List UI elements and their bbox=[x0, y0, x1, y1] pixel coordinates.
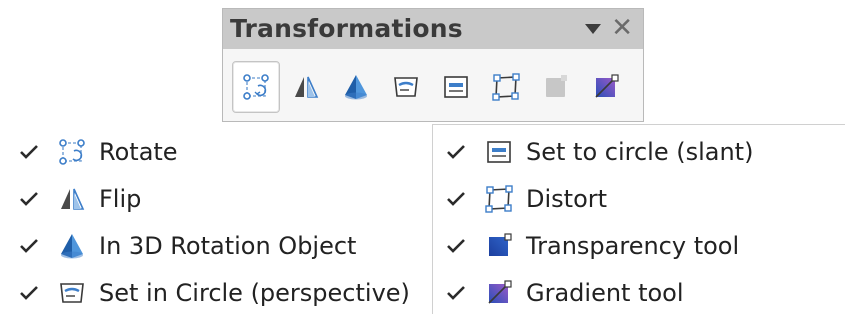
menu-item-label: In 3D Rotation Object bbox=[99, 231, 357, 260]
menu-item-3d-rotation-object[interactable]: In 3D Rotation Object bbox=[17, 222, 410, 269]
set-in-circle-perspective-button[interactable] bbox=[382, 61, 430, 113]
gradient-tool-button[interactable] bbox=[582, 61, 630, 113]
menu-item-label: Rotate bbox=[99, 137, 178, 166]
set-to-circle-slant-icon bbox=[484, 137, 514, 167]
3d-rotation-object-button[interactable] bbox=[332, 61, 380, 113]
distort-icon bbox=[484, 184, 514, 214]
close-icon[interactable]: ✕ bbox=[611, 14, 633, 42]
set-to-circle-slant-icon bbox=[444, 76, 468, 98]
toolbar-title: Transformations bbox=[230, 14, 463, 43]
distort-icon bbox=[492, 73, 520, 101]
checkmark-icon bbox=[17, 281, 41, 305]
transparency-tool-button[interactable] bbox=[532, 61, 580, 113]
menu-item-label: Set to circle (slant) bbox=[526, 137, 754, 166]
set-in-circle-perspective-icon bbox=[57, 278, 87, 308]
menu-item-set-in-circle-perspective[interactable]: Set in Circle (perspective) bbox=[17, 269, 410, 316]
menu-item-label: Flip bbox=[99, 184, 142, 213]
toolbar-title-bar[interactable]: Transformations ✕ bbox=[223, 9, 643, 49]
rotate-icon bbox=[243, 74, 269, 100]
3d-rotation-object-icon bbox=[345, 75, 367, 100]
flip-button[interactable] bbox=[282, 61, 330, 113]
checkmark-icon bbox=[444, 187, 468, 211]
menu-item-distort[interactable]: Distort bbox=[444, 175, 753, 222]
menu-item-label: Set in Circle (perspective) bbox=[99, 278, 410, 307]
gradient-tool-icon bbox=[595, 74, 619, 98]
checkmark-icon bbox=[444, 281, 468, 305]
transparency-tool-icon bbox=[484, 231, 514, 261]
transformations-toolbar: Transformations ✕ bbox=[222, 8, 644, 122]
menu-item-transparency-tool[interactable]: Transparency tool bbox=[444, 222, 753, 269]
menu-item-label: Gradient tool bbox=[526, 278, 684, 307]
checkmark-icon bbox=[444, 234, 468, 258]
checkmark-icon bbox=[444, 140, 468, 164]
rotate-icon bbox=[57, 137, 87, 167]
gradient-tool-icon bbox=[484, 278, 514, 308]
toolbar-buttons bbox=[232, 59, 632, 115]
menu-item-label: Distort bbox=[526, 184, 608, 213]
menu-item-flip[interactable]: Flip bbox=[17, 175, 410, 222]
checkmark-icon bbox=[17, 187, 41, 211]
menu-item-label: Transparency tool bbox=[526, 231, 740, 260]
menu-column-right: Set to circle (slant) Distort Transparen… bbox=[444, 128, 753, 316]
menu-item-gradient-tool[interactable]: Gradient tool bbox=[444, 269, 753, 316]
checkmark-icon bbox=[17, 234, 41, 258]
flip-icon bbox=[57, 184, 87, 214]
checkmark-icon bbox=[17, 140, 41, 164]
menu-column-left: Rotate Flip In 3D Rotation Object Set in… bbox=[17, 128, 410, 316]
menu-item-rotate[interactable]: Rotate bbox=[17, 128, 410, 175]
flip-icon bbox=[295, 76, 319, 98]
3d-rotation-object-icon bbox=[57, 231, 87, 261]
rotate-button[interactable] bbox=[232, 61, 280, 113]
set-to-circle-slant-button[interactable] bbox=[432, 61, 480, 113]
menu-item-set-to-circle-slant[interactable]: Set to circle (slant) bbox=[444, 128, 753, 175]
dropdown-arrow-icon[interactable] bbox=[585, 24, 601, 34]
transparency-tool-icon bbox=[546, 75, 567, 97]
distort-button[interactable] bbox=[482, 61, 530, 113]
set-in-circle-perspective-icon bbox=[394, 77, 418, 97]
